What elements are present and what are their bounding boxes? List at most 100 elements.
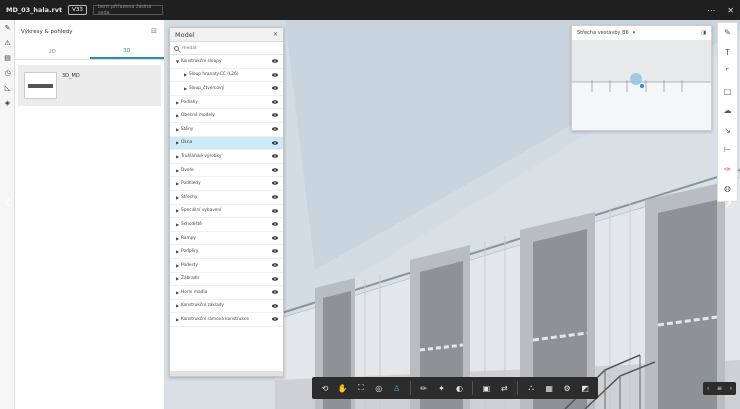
camera-icon[interactable]: ◎ (370, 379, 388, 397)
tree-row[interactable]: ▶ Střechy (170, 191, 283, 205)
minimap-title[interactable]: Střecha vestavby B6 (577, 30, 629, 36)
measure-icon[interactable]: ✏ (415, 379, 433, 397)
chevron-right-icon[interactable]: ▶ (174, 263, 181, 268)
tree-row[interactable]: ▶ Podpěry (170, 245, 283, 259)
tree-row[interactable]: ▶ Podlahy (170, 96, 283, 110)
chevron-right-icon[interactable]: ▶ (174, 127, 181, 132)
previous-arrow-icon[interactable]: ‹ (3, 190, 12, 215)
warning-icon[interactable]: ⚠ (0, 35, 15, 50)
eye-icon[interactable] (272, 59, 278, 63)
tree-row[interactable]: ▶ Konstrukční rámová konstrukce (170, 313, 283, 327)
chevron-down-icon[interactable]: ▾ (633, 30, 636, 36)
properties-icon[interactable]: ▦ (540, 379, 558, 397)
view-item[interactable]: 3D_MD (18, 65, 161, 106)
eye-icon[interactable] (272, 195, 278, 199)
panel-pin-icon[interactable]: ⊟ (151, 27, 157, 35)
tab-2d[interactable]: 2D (15, 44, 90, 59)
eye-icon[interactable] (272, 113, 278, 118)
eye-icon[interactable] (272, 181, 278, 186)
layers-icon[interactable]: ◈ (0, 95, 15, 110)
tree-row[interactable]: ▶ Podesty (170, 259, 283, 273)
next-arrow-icon[interactable]: › (724, 190, 733, 215)
eye-icon[interactable] (272, 276, 278, 281)
chevron-right-icon[interactable]: ▶ (174, 113, 181, 118)
eye-icon[interactable] (272, 167, 278, 172)
model-browser-icon[interactable]: ⛬ (522, 379, 540, 397)
pan-icon[interactable]: ✋ (334, 379, 352, 397)
issue-set-selector[interactable]: bent přiřazena žádná sada (92, 4, 163, 16)
chevron-right-icon[interactable]: ▶ (182, 72, 189, 77)
tree-row[interactable]: ▶ Sloup_čtvercový (170, 82, 283, 96)
tree-row[interactable]: ▶ Schodiště (170, 218, 283, 232)
markup-tools-icon[interactable]: ✎ (718, 23, 737, 43)
rectangle-icon[interactable]: □ (718, 82, 737, 102)
eye-icon[interactable] (272, 290, 278, 294)
history-icon[interactable]: ◷ (0, 65, 15, 80)
arrow-icon[interactable]: ↘ (718, 121, 737, 141)
version-badge[interactable]: V33 (68, 5, 87, 15)
measure-icon[interactable]: ◺ (0, 80, 15, 95)
fullscreen-icon[interactable]: ◩ (576, 379, 594, 397)
first-person-icon[interactable]: ♙ (388, 379, 406, 397)
chevron-right-icon[interactable]: ▶ (174, 195, 181, 200)
chevron-right-icon[interactable]: ▶ (182, 86, 189, 91)
tree-row[interactable]: ▶ Truhlářské výrobky (170, 150, 283, 164)
callout-icon[interactable]: ⌜ (718, 62, 737, 82)
tree-row[interactable]: ▶ Speciální vybavení (170, 205, 283, 219)
sheets-icon[interactable]: ▤ (0, 50, 15, 65)
eye-icon[interactable] (272, 208, 278, 213)
eye-icon[interactable] (272, 154, 278, 158)
chevron-right-icon[interactable]: ▶ (174, 100, 181, 105)
close-icon[interactable]: ✕ (727, 6, 734, 15)
chevron-right-icon[interactable]: ▶ (174, 222, 181, 227)
tree-row[interactable]: ▶ Obecné modely (170, 109, 283, 123)
eye-icon[interactable] (272, 72, 278, 77)
chevron-right-icon[interactable]: ▶ (174, 181, 181, 186)
chevron-right-icon[interactable]: ▶ (174, 317, 181, 322)
eye-icon[interactable] (272, 99, 278, 104)
chevron-down-icon[interactable]: ▼ (174, 59, 181, 64)
cloud-icon[interactable]: ☁ (718, 101, 737, 121)
eye-icon[interactable] (272, 317, 278, 322)
chevron-right-icon[interactable]: ▶ (174, 168, 181, 173)
chevron-right-icon[interactable]: ▶ (174, 290, 181, 295)
tree-row[interactable]: ▶ Sloup hranatý.CC (L26) (170, 69, 283, 83)
explode-icon[interactable]: ✦ (433, 379, 451, 397)
chevron-left-icon[interactable]: ‹ (707, 385, 709, 392)
tree-row[interactable]: ▶ Horní madla (170, 286, 283, 300)
tree-row[interactable]: ▶ Zábradlí (170, 273, 283, 287)
chevron-right-icon[interactable]: ▶ (174, 276, 181, 281)
chevron-right-icon[interactable]: ▶ (174, 249, 181, 254)
model-browser-scrollbar[interactable] (170, 371, 283, 376)
sync-icon[interactable]: ⇄ (495, 379, 513, 397)
more-options-icon[interactable]: ⋯ (707, 6, 715, 15)
eye-icon[interactable] (272, 86, 278, 90)
chevron-right-icon[interactable]: ▶ (174, 236, 181, 241)
tree-row-selected[interactable]: ▶ Okna (170, 136, 283, 151)
close-icon[interactable]: ✕ (273, 31, 278, 38)
tree-row[interactable]: ▼ Konstrukční sloupy (170, 55, 283, 69)
model-search-input[interactable] (182, 45, 272, 51)
expand-icon[interactable]: ◨ (701, 30, 706, 36)
tree-row[interactable]: ▶ Dveře (170, 164, 283, 178)
settings-icon[interactable]: ⚙ (558, 379, 576, 397)
dimension-icon[interactable]: ⊢ (718, 140, 737, 160)
tree-row[interactable]: ▶ Konstrukční základy (170, 300, 283, 314)
chevron-right-icon[interactable]: › (730, 385, 732, 392)
camera-position-marker[interactable] (640, 84, 644, 88)
eye-icon[interactable] (272, 127, 278, 131)
eye-icon[interactable] (272, 222, 278, 226)
fit-view-icon[interactable]: ⛶ (352, 379, 370, 397)
tab-3d[interactable]: 3D (89, 44, 164, 59)
chevron-right-icon[interactable]: ▶ (174, 154, 181, 159)
minimap-plan[interactable] (572, 40, 711, 130)
chevron-right-icon[interactable]: ▶ (174, 208, 181, 213)
eye-icon[interactable] (272, 303, 278, 308)
pencil-check-icon[interactable]: ✎ (0, 20, 15, 35)
pen-icon[interactable]: ✑ (718, 160, 737, 180)
list-icon[interactable]: ≡ (717, 385, 722, 392)
eye-icon[interactable] (272, 263, 278, 267)
section-icon[interactable]: ◐ (451, 379, 469, 397)
eye-icon[interactable] (272, 235, 278, 240)
orbit-icon[interactable]: ⟲ (316, 379, 334, 397)
